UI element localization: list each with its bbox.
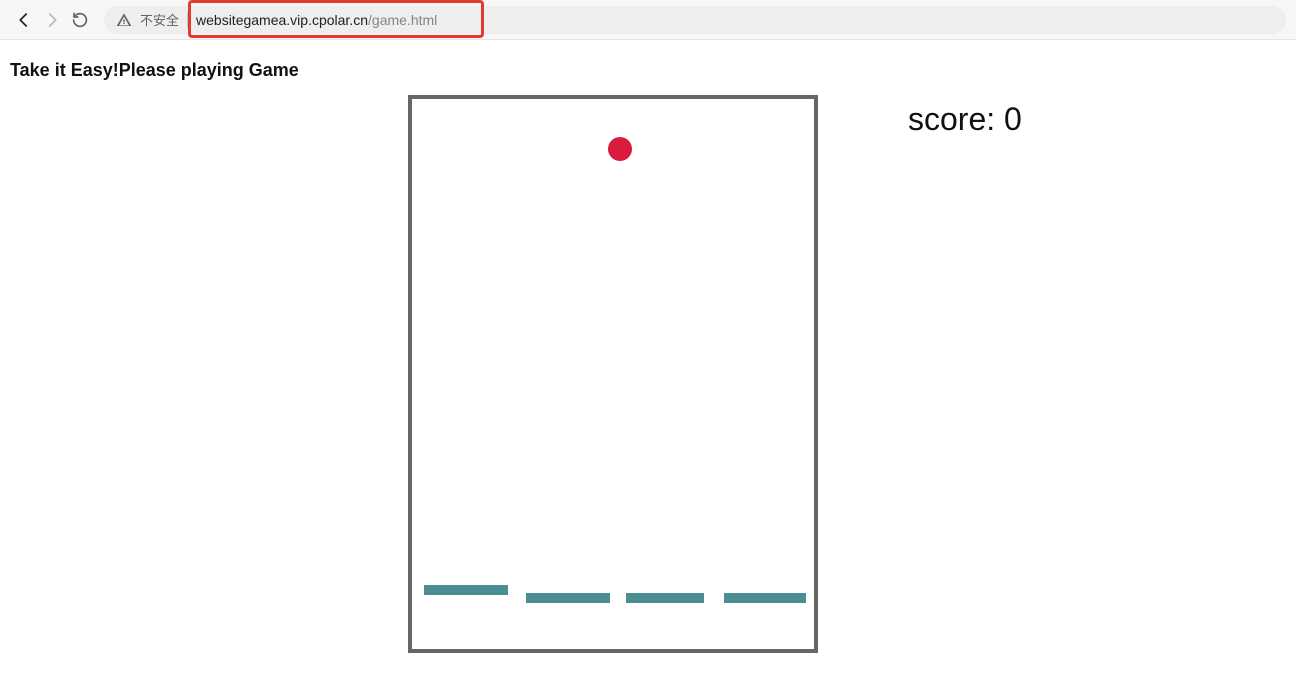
game-platform [724, 593, 806, 603]
game-canvas[interactable] [408, 95, 818, 653]
page-heading: Take it Easy!Please playing Game [10, 60, 1286, 81]
game-platform [526, 593, 610, 603]
nav-back-button[interactable] [10, 6, 38, 34]
url-domain: websitegamea.vip.cpolar.cn [196, 12, 368, 28]
nav-forward-button[interactable] [38, 6, 66, 34]
score-label: score: [908, 101, 1004, 137]
score-value: 0 [1004, 101, 1022, 137]
browser-toolbar: 不安全 websitegamea.vip.cpolar.cn/game.html [0, 0, 1296, 40]
url-path: /game.html [368, 12, 437, 28]
address-bar[interactable]: 不安全 websitegamea.vip.cpolar.cn/game.html [104, 6, 1286, 34]
score-display: score: 0 [908, 101, 1022, 138]
page-content: Take it Easy!Please playing Game score: … [0, 40, 1296, 115]
warning-icon [116, 12, 132, 28]
game-platform [424, 585, 508, 595]
reload-button[interactable] [66, 6, 94, 34]
not-secure-label: 不安全 [140, 10, 179, 29]
game-ball [608, 137, 632, 161]
address-divider [187, 12, 188, 28]
url-text: websitegamea.vip.cpolar.cn/game.html [196, 12, 437, 28]
game-platform [626, 593, 704, 603]
